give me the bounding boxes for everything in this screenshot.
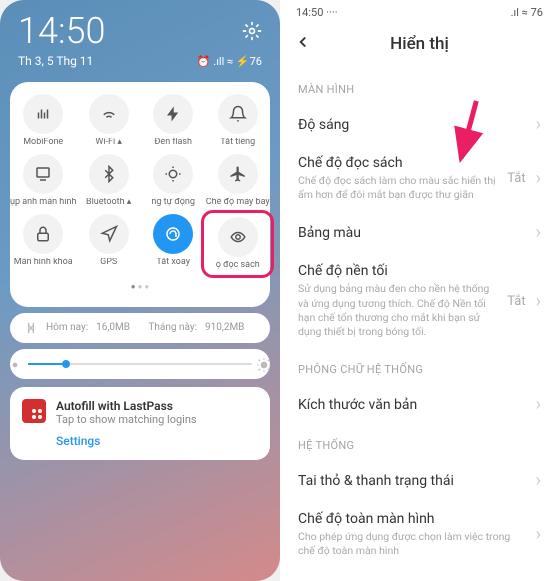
- sun-low-icon: [8, 358, 22, 372]
- item-fullscreen[interactable]: Chế độ toàn màn hình Cho phép ứng dụng đ…: [280, 501, 559, 568]
- dark-mode-value: Tắt: [507, 294, 525, 309]
- status-right: .ıl ≈ 76: [511, 6, 543, 19]
- tile-screenshot[interactable]: ụp ảnh màn hình: [10, 154, 76, 208]
- section-font: PHÔNG CHỮ HỆ THỐNG: [280, 349, 559, 384]
- status-bar-left: 14:50: [0, 0, 280, 54]
- section-system: HỆ THỐNG: [280, 425, 559, 460]
- chevron-right-icon: ›: [536, 470, 541, 491]
- display-settings-screen: 14:50 ···· .ıl ≈ 76 Hiển thị MÀN HÌNH Độ…: [280, 0, 559, 581]
- item-brightness[interactable]: Độ sáng ›: [280, 104, 559, 145]
- item-read-mode[interactable]: Chế độ đọc sách Chế độ đọc sách làm cho …: [280, 145, 559, 212]
- auto-icon: [153, 154, 193, 194]
- wifi-icon: [89, 94, 129, 134]
- autofill-title: Autofill with LastPass: [56, 399, 197, 413]
- data-usage-bar[interactable]: Hôm nay: 16,0MB Tháng này: 910,2MB: [10, 313, 270, 343]
- date: Th 3, 5 Thg 11: [18, 54, 93, 68]
- bluetooth-icon: [89, 154, 129, 194]
- tile-bluetooth[interactable]: Bluetooth ▴: [76, 154, 141, 208]
- page-title: Hiển thị: [294, 34, 545, 54]
- status-icons: ⏰ .ıll ≈ ⚡76: [197, 55, 262, 68]
- tile-lock[interactable]: Màn hình khóa: [10, 214, 76, 274]
- autofill-desc: Tap to show matching logins: [56, 413, 197, 426]
- status-time: 14:50 ····: [296, 6, 338, 19]
- item-font-size[interactable]: Kích thước văn bản ›: [280, 384, 559, 425]
- qs-grid: MobiFone Wi-Fi ▴ Đèn flash Tắt tiếng ụp …: [10, 94, 270, 274]
- tile-read-mode[interactable]: ộ đọc sách: [201, 210, 274, 278]
- tile-auto[interactable]: ng tự động: [141, 154, 206, 208]
- lastpass-icon: [22, 399, 46, 423]
- autofill-card[interactable]: Autofill with LastPass Tap to show match…: [10, 387, 270, 460]
- section-screen: MÀN HÌNH: [280, 69, 559, 104]
- settings-icon[interactable]: [242, 21, 262, 41]
- read-mode-value: Tắt: [507, 171, 525, 186]
- tile-flash[interactable]: Đèn flash: [141, 94, 206, 148]
- item-dark-mode[interactable]: Chế độ nền tối Sử dụng bảng màu đen cho …: [280, 253, 559, 349]
- chevron-right-icon: ›: [536, 394, 541, 415]
- page-dots: ● ● ●: [10, 282, 270, 291]
- item-color[interactable]: Bảng màu ›: [280, 212, 559, 253]
- chevron-right-icon: ›: [536, 168, 541, 189]
- brightness-slider[interactable]: [10, 349, 270, 379]
- tile-mobifone[interactable]: MobiFone: [10, 94, 76, 148]
- date-row: Th 3, 5 Thg 11 ⏰ .ıll ≈ ⚡76: [0, 54, 280, 78]
- gps-icon: [89, 214, 129, 254]
- flash-icon: [153, 94, 193, 134]
- clock: 14:50: [18, 10, 105, 52]
- chevron-right-icon: ›: [536, 222, 541, 243]
- mute-icon: [218, 94, 258, 134]
- brightness-track: [28, 363, 252, 365]
- header: Hiển thị: [280, 25, 559, 69]
- lock-icon: [23, 214, 63, 254]
- screenshot-icon: [23, 154, 63, 194]
- quick-settings-panel: 14:50 Th 3, 5 Thg 11 ⏰ .ıll ≈ ⚡76 MobiFo…: [0, 0, 280, 581]
- tile-wifi[interactable]: Wi-Fi ▴: [76, 94, 141, 148]
- tile-rotate[interactable]: Tắt xoay: [141, 214, 206, 274]
- airplane-icon: [218, 154, 258, 194]
- item-notch[interactable]: Tai thỏ & thanh trạng thái ›: [280, 460, 559, 501]
- tile-airplane[interactable]: Chế độ máy bay: [205, 154, 270, 208]
- data-icon: [24, 321, 38, 335]
- read-icon: [218, 217, 258, 257]
- tile-gps[interactable]: GPS: [76, 214, 141, 274]
- qs-tiles-panel: MobiFone Wi-Fi ▴ Đèn flash Tắt tiếng ụp …: [10, 82, 270, 307]
- rotate-icon: [153, 214, 193, 254]
- status-bar-right: 14:50 ···· .ıl ≈ 76: [280, 0, 559, 25]
- chevron-right-icon: ›: [536, 291, 541, 312]
- chevron-right-icon: ›: [536, 524, 541, 545]
- signal-icon: [23, 94, 63, 134]
- sun-high-icon: [256, 357, 272, 373]
- chevron-right-icon: ›: [536, 114, 541, 135]
- autofill-settings-link[interactable]: Settings: [56, 434, 258, 448]
- tile-mute[interactable]: Tắt tiếng: [205, 94, 270, 148]
